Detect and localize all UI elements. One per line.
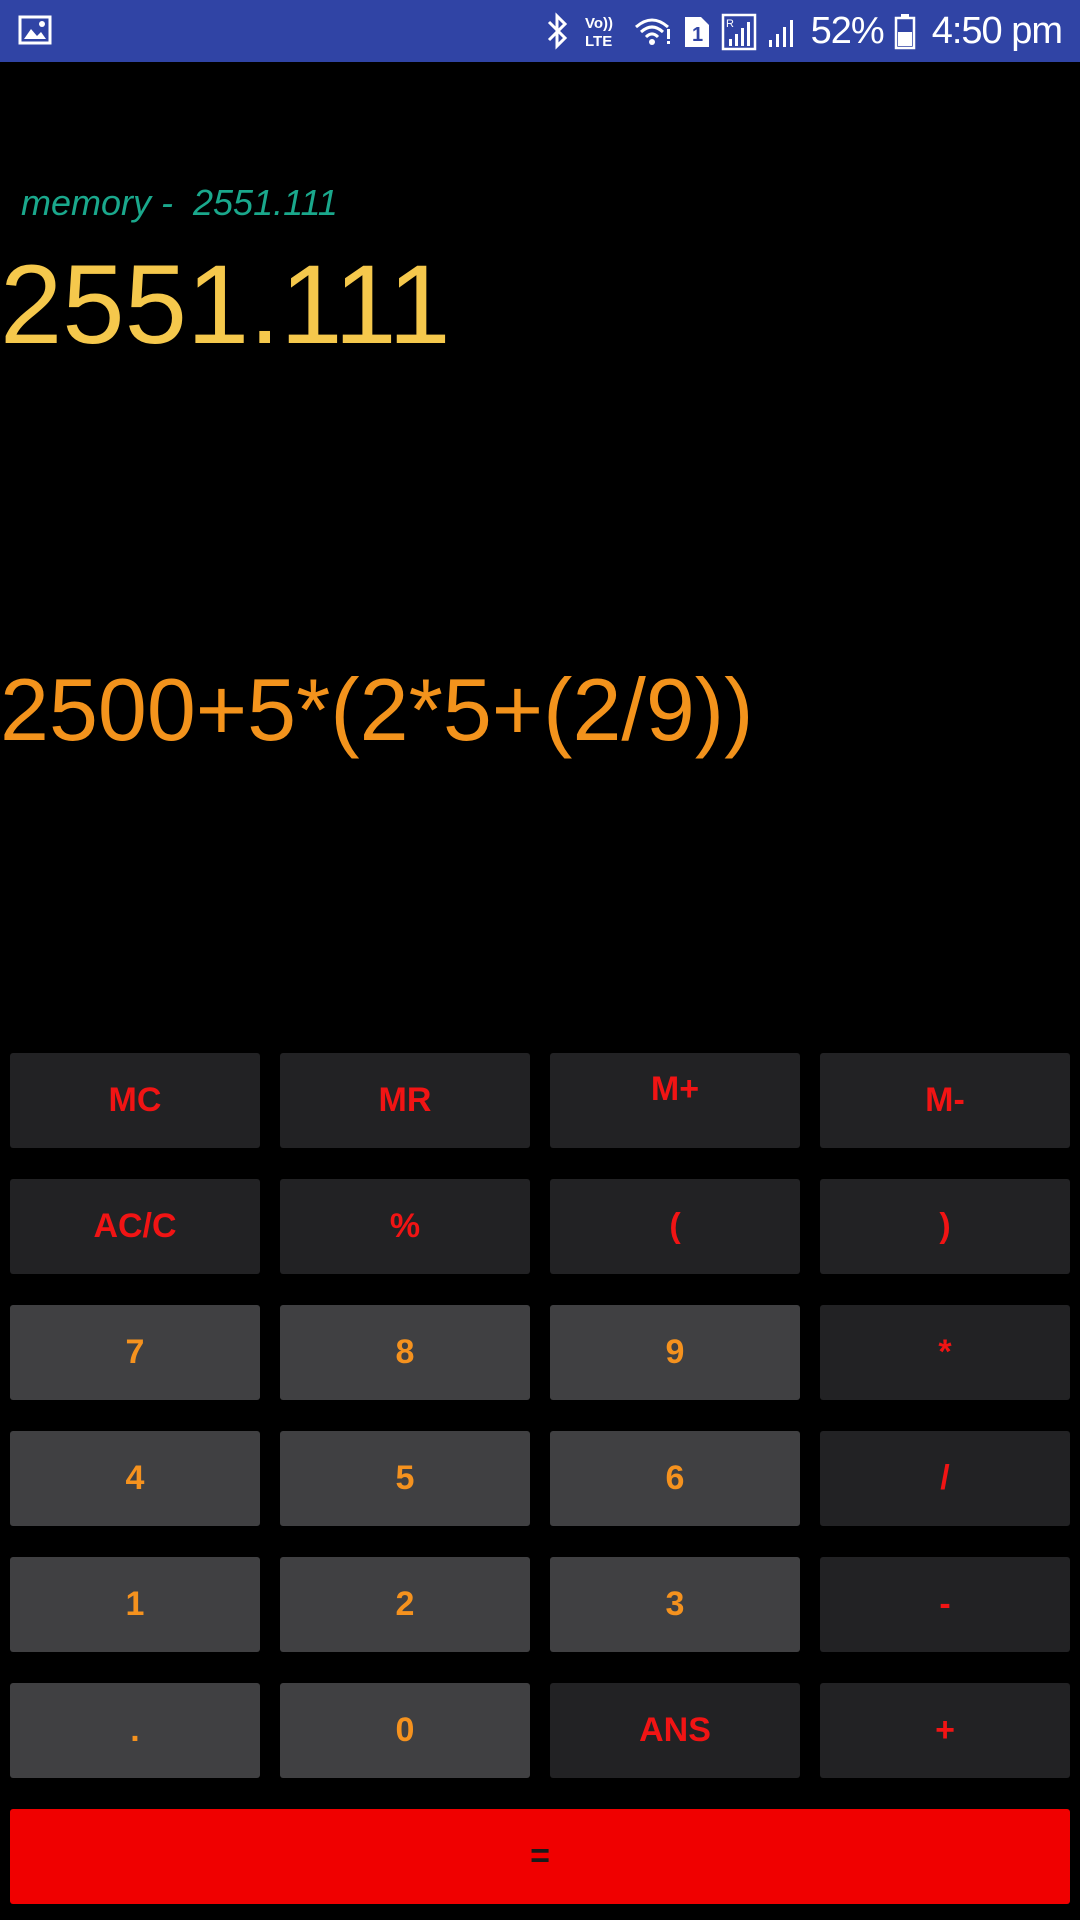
ans-button[interactable]: ANS xyxy=(550,1683,800,1778)
status-icons: Vo)) LTE 1 R 52% 4:50 pm xyxy=(543,0,1063,62)
digit-6-button[interactable]: 6 xyxy=(550,1431,800,1526)
mc-button[interactable]: MC xyxy=(10,1053,260,1148)
clock: 4:50 pm xyxy=(931,9,1063,52)
battery-icon xyxy=(894,14,915,50)
open-paren-button[interactable]: ( xyxy=(550,1179,800,1274)
digit-3-button[interactable]: 3 xyxy=(550,1557,800,1652)
close-paren-button[interactable]: ) xyxy=(820,1179,1070,1274)
svg-text:R: R xyxy=(726,18,734,30)
gallery-icon xyxy=(18,15,52,45)
digit-9-button[interactable]: 9 xyxy=(550,1305,800,1400)
roaming-signal-icon: R xyxy=(721,13,756,51)
bluetooth-icon xyxy=(547,12,567,50)
digit-1-button[interactable]: 1 xyxy=(10,1557,260,1652)
sim-icon: 1 xyxy=(684,17,709,47)
m-minus-button[interactable]: M- xyxy=(820,1053,1070,1148)
digit-8-button[interactable]: 8 xyxy=(280,1305,530,1400)
subtract-button[interactable]: - xyxy=(820,1557,1070,1652)
equals-button[interactable]: = xyxy=(10,1809,1070,1904)
wifi-icon xyxy=(634,18,670,45)
add-button[interactable]: + xyxy=(820,1683,1070,1778)
clear-button[interactable]: AC/C xyxy=(10,1179,260,1274)
status-bar: Vo)) LTE 1 R 52% 4:50 pm xyxy=(0,0,1080,62)
memory-readout: memory - 2551.111 xyxy=(21,182,338,223)
digit-7-button[interactable]: 7 xyxy=(10,1305,260,1400)
svg-text:1: 1 xyxy=(692,24,703,46)
digit-2-button[interactable]: 2 xyxy=(280,1557,530,1652)
percent-button[interactable]: % xyxy=(280,1179,530,1274)
svg-text:LTE: LTE xyxy=(585,33,612,50)
digit-4-button[interactable]: 4 xyxy=(10,1431,260,1526)
digit-0-button[interactable]: 0 xyxy=(280,1683,530,1778)
signal-icon xyxy=(768,20,793,47)
volte-icon: Vo)) LTE xyxy=(585,15,613,50)
decimal-button[interactable]: . xyxy=(10,1683,260,1778)
m-plus-button[interactable]: M+ xyxy=(550,1053,800,1148)
multiply-button[interactable]: * xyxy=(820,1305,1070,1400)
divide-button[interactable]: / xyxy=(820,1431,1070,1526)
result-display: 2551.111 xyxy=(0,242,451,367)
mr-button[interactable]: MR xyxy=(280,1053,530,1148)
battery-percentage: 52% xyxy=(810,9,885,52)
expression-display: 2500+5*(2*5+(2/9)) xyxy=(0,660,754,759)
digit-5-button[interactable]: 5 xyxy=(280,1431,530,1526)
svg-text:Vo)): Vo)) xyxy=(585,15,613,32)
